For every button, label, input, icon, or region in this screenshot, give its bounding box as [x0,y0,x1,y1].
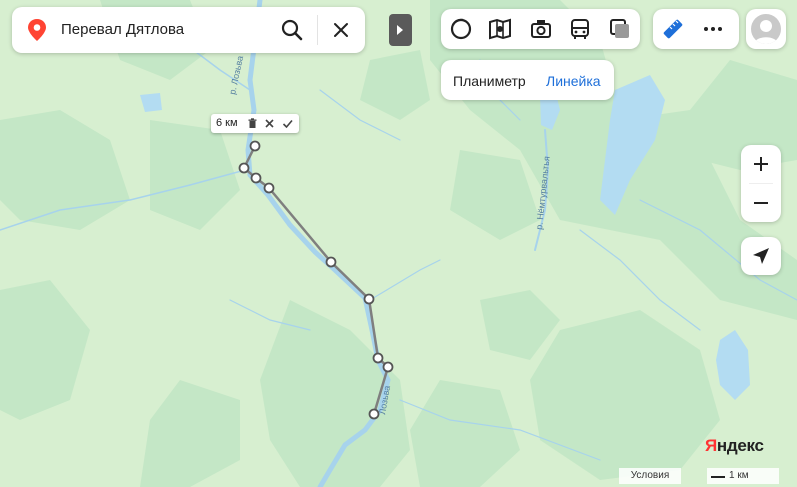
scale-bar: 1 км [707,468,779,484]
ruler-point[interactable] [372,352,384,364]
more-icon[interactable] [699,15,727,43]
ruler-point[interactable] [382,361,394,373]
close-icon[interactable] [263,117,276,130]
panorama-icon[interactable] [527,15,555,43]
ruler-point[interactable] [249,140,261,152]
map-type-icon[interactable] [447,15,475,43]
delete-icon[interactable] [246,117,259,130]
ruler-point[interactable] [363,293,375,305]
zoom-out-button[interactable] [741,184,781,222]
measure-mode-panel: Планиметр Линейка [441,60,614,100]
zoom-control [741,145,781,222]
location-pin-icon [28,19,46,41]
check-icon[interactable] [281,117,294,130]
avatar [751,14,781,44]
yandex-logo[interactable]: Яндекс [705,436,764,456]
ruler-point[interactable] [325,256,337,268]
ruler-point[interactable] [250,172,262,184]
search-query[interactable]: Перевал Дятлова [61,21,184,38]
close-icon[interactable] [327,16,355,44]
traffic-icon[interactable] [486,15,514,43]
zoom-in-button[interactable] [741,145,781,183]
play-arrow-icon [397,25,403,35]
ruler-point[interactable] [368,408,380,420]
logo-letter: Я [705,436,717,455]
scale-line [711,476,725,478]
user-icon [754,20,778,44]
ruler-point[interactable] [238,162,250,174]
terms-link[interactable]: Условия [619,468,681,484]
ruler-icon[interactable] [659,15,687,43]
ruler-point[interactable] [263,182,275,194]
navigation-arrow-icon [753,248,769,264]
expand-panel-button[interactable] [389,14,412,46]
ruler-distance: 6 км [216,117,238,129]
minus-icon [754,202,768,204]
search-panel: Перевал Дятлова [12,7,365,53]
tools-toolbar [653,9,739,49]
ruler-tab[interactable]: Линейка [546,73,601,89]
search-icon[interactable] [278,16,306,44]
logo-text: ндекс [716,436,764,455]
layers-icon[interactable] [606,15,634,43]
scale-label: 1 км [729,470,749,481]
my-location-button[interactable] [741,237,781,275]
transit-icon[interactable] [566,15,594,43]
plus-icon [754,157,768,171]
ruler-distance-popup: 6 км [211,114,299,133]
area-measure-tab[interactable]: Планиметр [453,73,526,89]
map-canvas[interactable]: р. Лозьва р. Нёмтурвальтья Лозьва [0,0,797,487]
user-avatar-button[interactable] [746,9,786,49]
search-divider [317,15,318,45]
layers-toolbar [441,9,640,49]
